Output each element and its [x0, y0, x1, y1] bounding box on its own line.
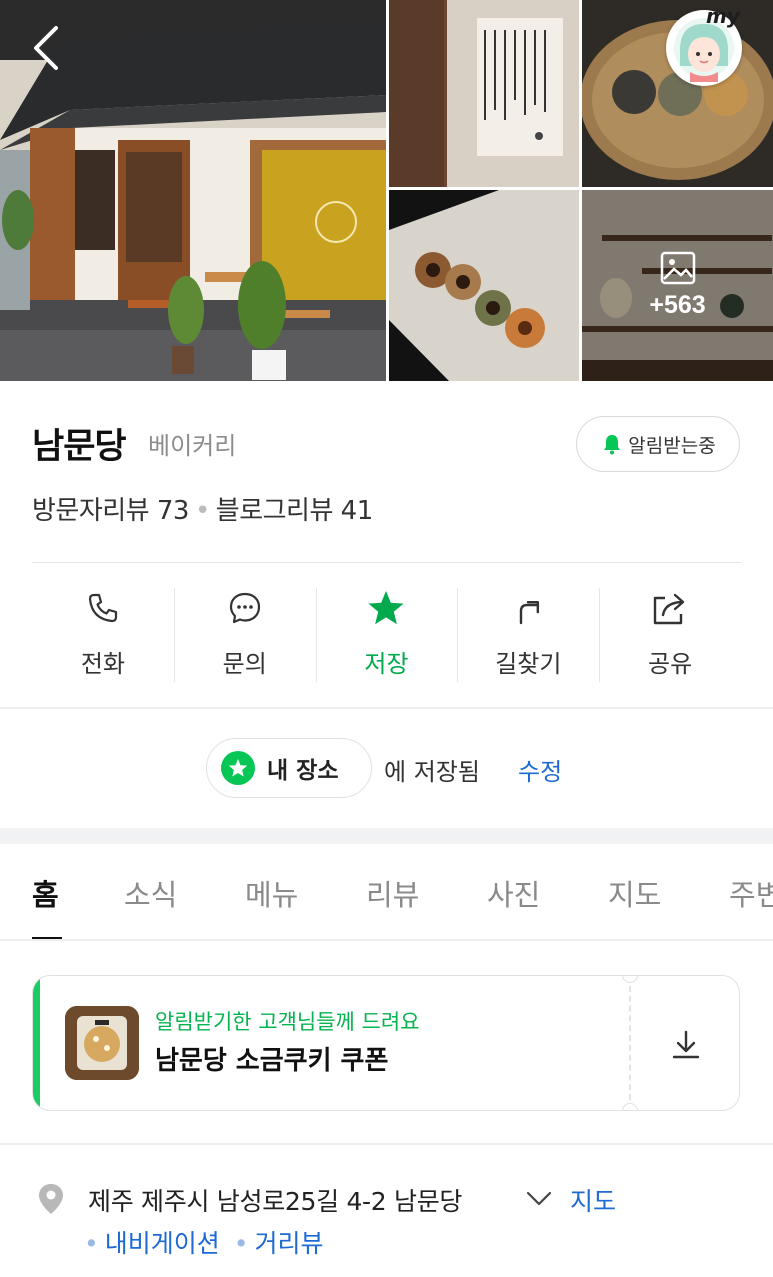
- phone-icon: [88, 593, 117, 623]
- tab-home[interactable]: 홈: [32, 872, 59, 914]
- inquiry-label: 문의: [222, 650, 267, 678]
- place-name: 남문당: [32, 427, 127, 467]
- notification-label: 알림받는중: [628, 434, 716, 457]
- directions-label: 길찾기: [495, 650, 562, 678]
- saved-star-badge: [221, 751, 255, 785]
- directions-arrow-icon: [520, 600, 540, 625]
- inquiry-button[interactable]: 문의: [173, 586, 316, 682]
- navigation-link[interactable]: 내비게이션: [105, 1229, 220, 1258]
- coupon-title: 남문당 소금쿠키 쿠폰: [155, 1046, 389, 1076]
- share-button[interactable]: 공유: [599, 586, 741, 682]
- tab-news[interactable]: 소식: [124, 872, 177, 914]
- save-label: 저장: [364, 650, 409, 678]
- place-category: 베이커리: [148, 432, 237, 460]
- my-places-chip[interactable]: 내 장소: [206, 738, 372, 798]
- tab-menu[interactable]: 메뉴: [245, 872, 298, 914]
- saved-status-text: 에 저장됨: [384, 758, 480, 786]
- tab-photos[interactable]: 사진: [487, 872, 540, 914]
- tab-map[interactable]: 지도: [608, 872, 661, 914]
- star-icon: [228, 759, 248, 777]
- call-label: 전화: [80, 650, 125, 678]
- tab-bar: 홈 소식 메뉴 리뷰 사진 지도 주변: [0, 844, 773, 940]
- my-places-label: 내 장소: [267, 758, 339, 784]
- separator-dot: •: [84, 1229, 99, 1258]
- pastries-row-photo[interactable]: [389, 190, 579, 381]
- edit-saved-link[interactable]: 수정: [518, 752, 562, 787]
- image-icon: [660, 251, 695, 285]
- share-icon: [653, 593, 685, 625]
- chevron-down-icon[interactable]: [524, 1186, 554, 1210]
- share-label: 공유: [648, 650, 693, 678]
- action-bar: 전화 문의 저장 길찾기 공유: [32, 586, 741, 682]
- divider: [32, 562, 741, 563]
- bell-icon: [604, 435, 621, 455]
- visitor-review-link[interactable]: 방문자리뷰 73: [32, 496, 189, 526]
- save-button[interactable]: 저장: [315, 586, 458, 682]
- address-text: 제주 제주시 남성로25길 4-2 남문당: [88, 1187, 463, 1216]
- address-map-link[interactable]: 지도: [570, 1182, 616, 1218]
- back-arrow-icon[interactable]: [24, 22, 68, 74]
- coupon-cookie-image: [65, 1006, 139, 1080]
- directions-button[interactable]: 길찾기: [457, 586, 599, 682]
- tab-reviews[interactable]: 리뷰: [366, 872, 419, 914]
- street-view-link[interactable]: 거리뷰: [254, 1229, 323, 1258]
- divider: [0, 1143, 773, 1145]
- star-icon: [368, 591, 404, 625]
- separator-dot: •: [194, 496, 210, 526]
- tab-nearby[interactable]: 주변: [729, 872, 773, 914]
- menu-brochure-photo[interactable]: [389, 0, 579, 187]
- separator-dot: •: [233, 1229, 249, 1258]
- blog-review-link[interactable]: 블로그리뷰 41: [216, 496, 373, 526]
- divider: [0, 707, 773, 709]
- review-summary: 방문자리뷰 73 • 블로그리뷰 41: [32, 490, 373, 527]
- more-photos-overlay[interactable]: +563: [582, 190, 773, 381]
- photo-gallery: +563 my: [0, 0, 773, 381]
- coupon-accent-bar: [33, 976, 40, 1110]
- section-spacer: [0, 828, 773, 844]
- coupon-subtitle: 알림받기한 고객님들께 드려요: [155, 1010, 420, 1034]
- more-photos-count: +563: [649, 291, 706, 319]
- my-profile-avatar[interactable]: my: [666, 4, 742, 86]
- download-icon: [672, 1030, 700, 1059]
- call-button[interactable]: 전화: [32, 586, 174, 682]
- chat-bubble-icon: [229, 592, 260, 624]
- my-label: my: [706, 4, 740, 28]
- address-links: • 내비게이션 • 거리뷰: [84, 1224, 323, 1260]
- divider: [0, 939, 773, 941]
- coupon-download-button[interactable]: [631, 976, 739, 1110]
- coupon-card[interactable]: 알림받기한 고객님들께 드려요 남문당 소금쿠키 쿠폰: [32, 975, 740, 1111]
- location-pin-icon: [39, 1184, 63, 1214]
- notification-toggle-button[interactable]: 알림받는중: [576, 416, 740, 472]
